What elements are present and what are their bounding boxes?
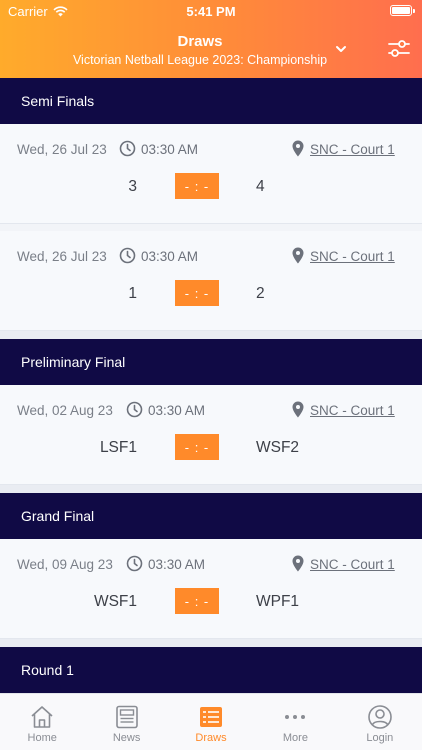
- page-title: Draws: [177, 33, 223, 50]
- clock-icon: [119, 140, 136, 157]
- tab-label: More: [282, 732, 308, 744]
- match-card[interactable]: Wed, 26 Jul 23 03:30 AM SNC - Court 1 3 …: [0, 124, 422, 224]
- draws-icon: [200, 707, 223, 727]
- user-icon: [368, 705, 392, 729]
- home-team: LSF1: [99, 439, 137, 456]
- tab-label: Draws: [195, 732, 227, 744]
- status-time: 5:41 PM: [186, 4, 236, 19]
- match-card[interactable]: Wed, 02 Aug 23 03:30 AM SNC - Court 1 LS…: [0, 385, 422, 485]
- round-header: Round 1: [0, 647, 422, 693]
- home-team: 1: [128, 285, 137, 302]
- tab-login[interactable]: Login: [338, 694, 422, 750]
- match-time: 03:30 AM: [148, 403, 206, 418]
- away-team: WSF2: [256, 439, 300, 456]
- away-team: 4: [256, 178, 265, 195]
- tab-bar: Home News Draws More Login: [0, 693, 422, 750]
- draws-list[interactable]: Semi Finals Wed, 26 Jul 23 03:30 AM SNC …: [0, 78, 422, 693]
- status-bar: Carrier 5:41 PM: [0, 0, 422, 24]
- venue-link[interactable]: SNC - Court 1: [310, 142, 395, 157]
- divider: [0, 224, 422, 231]
- divider: [0, 331, 422, 339]
- filter-button[interactable]: [386, 36, 412, 62]
- venue-link[interactable]: SNC - Court 1: [310, 249, 395, 264]
- score-badge: - : -: [175, 173, 219, 199]
- more-icon: [285, 715, 306, 719]
- home-icon: [31, 706, 53, 728]
- match-time: 03:30 AM: [141, 142, 199, 157]
- location-pin-icon: [292, 247, 304, 264]
- round-title: Preliminary Final: [21, 354, 126, 370]
- divider: [0, 639, 422, 647]
- tab-home[interactable]: Home: [0, 694, 84, 750]
- venue-link[interactable]: SNC - Court 1: [310, 557, 395, 572]
- round-title: Grand Final: [21, 508, 95, 524]
- app-header: Carrier 5:41 PM Draws Victorian Netball …: [0, 0, 422, 78]
- score-badge: - : -: [175, 588, 219, 614]
- match-date: Wed, 09 Aug 23: [17, 557, 113, 572]
- battery-icon: [390, 5, 415, 16]
- competition-name: Victorian Netball League 2023: Champions…: [72, 53, 328, 67]
- competition-selector[interactable]: Draws Victorian Netball League 2023: Cha…: [60, 33, 340, 67]
- home-team: 3: [128, 178, 137, 195]
- tab-label: News: [112, 732, 141, 744]
- round-title: Round 1: [21, 662, 74, 678]
- clock-icon: [119, 247, 136, 264]
- away-team: 2: [256, 285, 265, 302]
- home-team: WSF1: [93, 593, 137, 610]
- match-card[interactable]: Wed, 09 Aug 23 03:30 AM SNC - Court 1 WS…: [0, 539, 422, 639]
- score-badge: - : -: [175, 434, 219, 460]
- score-badge: - : -: [175, 280, 219, 306]
- match-date: Wed, 26 Jul 23: [17, 142, 107, 157]
- tab-news[interactable]: News: [84, 694, 168, 750]
- chevron-down-icon[interactable]: [334, 42, 348, 56]
- news-icon: [115, 705, 138, 729]
- match-date: Wed, 02 Aug 23: [17, 403, 113, 418]
- match-date: Wed, 26 Jul 23: [17, 249, 107, 264]
- round-header: Preliminary Final: [0, 339, 422, 385]
- round-header: Grand Final: [0, 493, 422, 539]
- tab-label: Home: [27, 732, 57, 744]
- location-pin-icon: [292, 140, 304, 157]
- round-header: Semi Finals: [0, 78, 422, 124]
- location-pin-icon: [292, 555, 304, 572]
- clock-icon: [126, 555, 143, 572]
- round-title: Semi Finals: [21, 93, 95, 109]
- sliders-icon: [388, 40, 410, 57]
- divider: [0, 485, 422, 493]
- match-time: 03:30 AM: [148, 557, 206, 572]
- match-time: 03:30 AM: [141, 249, 199, 264]
- match-card[interactable]: Wed, 26 Jul 23 03:30 AM SNC - Court 1 1 …: [0, 231, 422, 331]
- away-team: WPF1: [256, 593, 300, 610]
- tab-more[interactable]: More: [253, 694, 337, 750]
- tab-label: Login: [366, 732, 394, 744]
- tab-draws[interactable]: Draws: [169, 694, 253, 750]
- location-pin-icon: [292, 401, 304, 418]
- venue-link[interactable]: SNC - Court 1: [310, 403, 395, 418]
- clock-icon: [126, 401, 143, 418]
